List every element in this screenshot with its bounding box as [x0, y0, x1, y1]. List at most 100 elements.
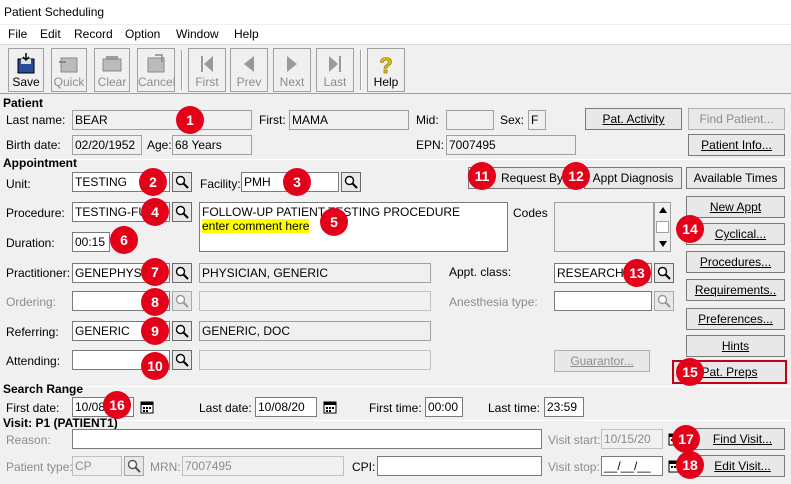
practitioner-label: Practitioner:	[6, 266, 71, 280]
patient-type-field[interactable]: CP	[72, 456, 122, 476]
appt-diagnosis-button[interactable]: Appt Diagnosis	[584, 167, 682, 189]
procedures-button[interactable]: Procedures...	[686, 251, 785, 273]
attending-name-field[interactable]	[199, 350, 431, 370]
referring-name-field[interactable]: GENERIC, DOC	[199, 321, 431, 341]
patient-type-lookup-button[interactable]	[124, 456, 144, 476]
quick-button[interactable]: Quick	[51, 48, 87, 92]
codes-scrollbar[interactable]	[654, 202, 671, 252]
menu-option[interactable]: Option	[125, 27, 160, 41]
ordering-lookup-button[interactable]	[172, 291, 192, 311]
practitioner-name-field[interactable]: PHYSICIAN, GENERIC	[199, 263, 431, 283]
help-button[interactable]: ? Help	[367, 48, 405, 92]
magnifier-icon	[344, 175, 358, 189]
cpi-field[interactable]	[377, 456, 542, 476]
referring-lookup-button[interactable]	[172, 321, 192, 341]
first-name-label: First:	[259, 113, 286, 127]
menu-file[interactable]: File	[8, 27, 27, 41]
menu-help[interactable]: Help	[234, 27, 259, 41]
scroll-thumb[interactable]	[656, 221, 669, 233]
new-appt-button[interactable]: New Appt	[686, 196, 785, 218]
quick-icon	[59, 57, 78, 73]
mrn-field[interactable]: 7007495	[182, 456, 344, 476]
first-name-field[interactable]: MAMA	[289, 110, 409, 130]
callout-badge-18: 18	[676, 451, 704, 479]
last-date-calendar-button[interactable]	[321, 398, 339, 416]
birth-date-field[interactable]: 02/20/1952	[72, 135, 142, 155]
practitioner-lookup-button[interactable]	[172, 263, 192, 283]
procedure-comment-memo[interactable]: FOLLOW-UP PATIENT TESTING PROCEDURE ente…	[199, 202, 508, 252]
find-visit-button[interactable]: Find Visit...	[686, 428, 785, 450]
preferences-button[interactable]: Preferences...	[686, 308, 785, 330]
ordering-name-field[interactable]	[199, 291, 431, 311]
menu-record[interactable]: Record	[74, 27, 113, 41]
mid-field[interactable]	[446, 110, 494, 130]
callout-badge-5: 5	[320, 208, 348, 236]
next-icon	[287, 56, 297, 72]
visit-start-label: Visit start:	[548, 433, 601, 447]
guarantor-button[interactable]: Guarantor...	[554, 350, 650, 372]
available-times-button[interactable]: Available Times	[686, 167, 785, 189]
callout-badge-10: 10	[141, 352, 169, 380]
first-date-calendar-button[interactable]	[138, 398, 156, 416]
callout-badge-8: 8	[141, 288, 169, 316]
save-icon	[17, 53, 35, 74]
svg-text:?: ?	[379, 53, 392, 77]
prev-record-button[interactable]: Prev	[230, 48, 268, 92]
clear-icon	[102, 56, 122, 72]
magnifier-icon	[175, 175, 189, 189]
visit-stop-label: Visit stop:	[548, 460, 600, 474]
callout-badge-3: 3	[283, 168, 311, 196]
unit-lookup-button[interactable]	[172, 172, 192, 192]
appt-class-lookup-button[interactable]	[654, 263, 674, 283]
scroll-up-icon	[659, 207, 667, 213]
attending-lookup-button[interactable]	[172, 350, 192, 370]
callout-badge-13: 13	[623, 259, 651, 287]
cancel-button[interactable]: Cancel	[137, 48, 175, 92]
codes-list[interactable]	[554, 202, 654, 252]
cancel-icon	[147, 54, 165, 73]
age-field[interactable]: 68 Years	[172, 135, 252, 155]
magnifier-icon	[657, 294, 671, 308]
anesthesia-type-label: Anesthesia type:	[449, 295, 538, 309]
callout-badge-1: 1	[176, 106, 204, 134]
magnifier-icon	[175, 294, 189, 308]
clear-button[interactable]: Clear	[94, 48, 130, 92]
menu-edit[interactable]: Edit	[40, 27, 61, 41]
requirements-button[interactable]: Requirements..	[686, 279, 785, 301]
first-time-field[interactable]: 00:00	[425, 397, 463, 417]
visit-start-field[interactable]: 10/15/20	[601, 429, 663, 449]
first-time-label: First time:	[369, 401, 422, 415]
age-label: Age:	[147, 138, 172, 152]
facility-lookup-button[interactable]	[341, 172, 361, 192]
first-record-button[interactable]: First	[188, 48, 226, 92]
menu-window[interactable]: Window	[176, 27, 219, 41]
cpi-label: CPI:	[352, 460, 376, 474]
reason-field[interactable]	[72, 429, 542, 449]
menu-bar: File Edit Record Option Window Help	[0, 25, 791, 45]
anesthesia-type-field[interactable]	[554, 291, 652, 311]
last-time-field[interactable]: 23:59	[544, 397, 584, 417]
sex-field[interactable]: F	[528, 110, 546, 130]
hints-button[interactable]: Hints	[686, 335, 785, 357]
callout-badge-7: 7	[141, 258, 169, 286]
last-date-field[interactable]: 10/08/20	[255, 397, 317, 417]
find-patient-button[interactable]: Find Patient...	[688, 108, 785, 130]
epn-field[interactable]: 7007495	[446, 135, 576, 155]
visit-stop-field[interactable]: __/__/__	[601, 456, 663, 476]
comment-line-2: enter comment here	[202, 219, 310, 233]
next-record-button[interactable]: Next	[273, 48, 311, 92]
duration-field[interactable]: 00:15	[72, 232, 110, 252]
unit-label: Unit:	[6, 177, 31, 191]
save-button[interactable]: Save	[8, 48, 44, 92]
patient-info-button[interactable]: Patient Info...	[688, 134, 785, 156]
anesthesia-lookup-button[interactable]	[654, 291, 674, 311]
last-record-button[interactable]: Last	[316, 48, 354, 92]
facility-label: Facility:	[200, 177, 241, 191]
birth-date-label: Birth date:	[6, 138, 61, 152]
callout-badge-6: 6	[110, 226, 138, 254]
pat-activity-button[interactable]: Pat. Activity	[585, 108, 682, 130]
help-icon: ?	[379, 53, 393, 77]
search-range-section-label: Search Range	[3, 382, 84, 396]
last-name-field[interactable]: BEAR	[72, 110, 252, 130]
procedure-lookup-button[interactable]	[172, 202, 192, 222]
